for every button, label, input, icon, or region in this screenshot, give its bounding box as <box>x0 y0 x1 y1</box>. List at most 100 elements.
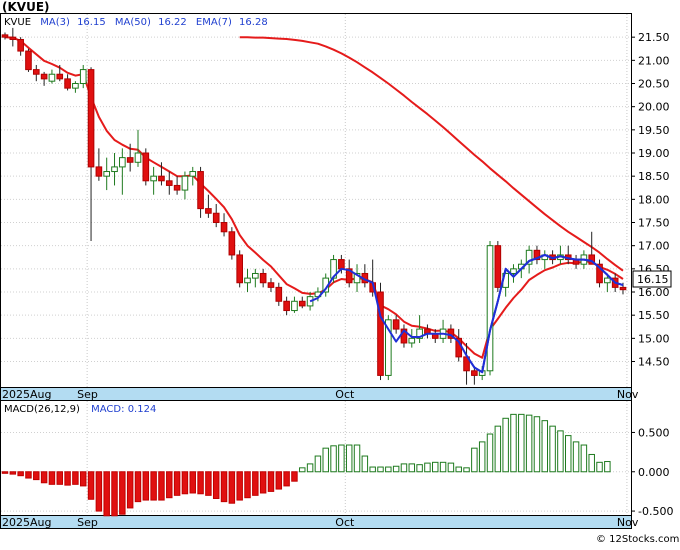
legend-ma50-value: 16.22 <box>158 17 187 28</box>
macd-bar-negative <box>1 471 9 474</box>
candle-down <box>9 36 17 40</box>
candle-down <box>236 254 243 284</box>
macd-bar-negative <box>228 471 236 504</box>
macd-bar-negative <box>189 471 196 494</box>
macd-bar-negative <box>119 471 126 515</box>
candle-down <box>259 272 267 284</box>
candle-down <box>32 69 40 75</box>
macd-bar-positive <box>502 417 509 473</box>
macd-bar-negative <box>33 471 40 481</box>
macd-y-label: 0.000 <box>638 466 670 479</box>
candle-down <box>298 300 306 307</box>
candle-up <box>408 337 416 344</box>
macd-bar-positive <box>588 453 595 473</box>
candle-down <box>165 180 173 186</box>
candle-up <box>291 300 298 312</box>
macd-bar-positive <box>471 447 478 473</box>
macd-bar-negative <box>267 471 275 492</box>
candle-up <box>189 171 197 177</box>
x-axis-label: Sep <box>77 388 98 401</box>
macd-bar-positive <box>541 420 549 473</box>
macd-bar-negative <box>95 471 103 512</box>
candle-up <box>150 175 157 182</box>
watermark: © 12Stocks.com <box>596 534 679 545</box>
candle-up <box>252 272 259 279</box>
price-y-label: 20.00 <box>638 101 670 114</box>
macd-bar-positive <box>510 413 517 473</box>
candle-up <box>48 73 56 82</box>
candle-down <box>40 73 48 80</box>
macd-bar-positive <box>486 433 494 473</box>
macd-bar-negative <box>72 471 79 485</box>
candle-up <box>244 277 251 284</box>
macd-bar-negative <box>291 471 298 482</box>
price-panel <box>0 13 632 388</box>
x-axis-label: Nov <box>617 516 639 529</box>
candle-down <box>338 259 345 270</box>
legend-ema7-value: 16.28 <box>239 17 268 28</box>
macd-bar-positive <box>345 444 353 473</box>
price-y-label: 14.50 <box>638 356 670 369</box>
price-y-label: 21.00 <box>638 54 670 67</box>
macd-bar-negative <box>9 471 17 475</box>
stock-chart: 21.50 21.00 20.50 20.00 19.50 19.00 18.50 18.00… <box>0 0 680 546</box>
macd-bar-positive <box>306 463 314 473</box>
macd-bar-positive <box>392 465 400 473</box>
candle-down <box>471 370 478 376</box>
candle-down <box>158 175 165 182</box>
macd-y-label: -0.500 <box>638 505 673 518</box>
candle-down <box>283 300 290 312</box>
candle-up <box>510 268 517 274</box>
macd-bar-negative <box>56 471 63 485</box>
price-y-label: 19.00 <box>638 147 670 160</box>
price-y-label: 20.50 <box>638 78 670 91</box>
price-y-label: 15.50 <box>638 309 670 322</box>
candle-up <box>103 171 111 177</box>
macd-bar-positive <box>494 425 502 473</box>
candle-down <box>17 38 24 52</box>
price-y-label: 16.00 <box>638 286 670 299</box>
macd-bar-negative <box>17 471 24 477</box>
macd-bar-negative <box>166 471 173 499</box>
macd-bar-negative <box>236 471 243 501</box>
macd-bar-negative <box>181 471 189 495</box>
candle-down <box>1 34 9 38</box>
macd-bar-positive <box>330 445 337 473</box>
candle-up <box>72 83 79 89</box>
macd-bar-positive <box>549 425 556 473</box>
candle-up <box>79 69 87 85</box>
macd-bar-positive <box>385 466 392 473</box>
legend-ma3-label: MA(3) <box>40 17 70 28</box>
price-y-label: 19.50 <box>638 124 670 137</box>
candle-up <box>119 157 126 168</box>
candle-down <box>205 208 212 214</box>
macd-bar-negative <box>40 471 48 484</box>
x-axis-label: 2025Aug <box>2 516 51 529</box>
macd-bar-negative <box>252 471 259 496</box>
macd-bar-positive <box>353 444 361 473</box>
candle-down <box>275 286 283 302</box>
macd-bar-positive <box>455 466 462 473</box>
candle-down <box>392 319 400 330</box>
macd-bar-negative <box>212 471 220 499</box>
macd-bar-negative <box>259 471 267 494</box>
candle-down <box>619 286 627 291</box>
chart-canvas: 21.50 21.00 20.50 20.00 19.50 19.00 18.50 18.00… <box>0 0 679 545</box>
macd-legend: MACD(26,12,9) MACD: 0.124 <box>4 404 156 415</box>
candle-up <box>486 245 494 372</box>
macd-bar-negative <box>197 471 204 495</box>
macd-y-label: 0.500 <box>638 426 670 439</box>
candle-up <box>111 166 118 173</box>
legend-ma3-value: 16.15 <box>77 17 106 28</box>
macd-bar-positive <box>408 463 416 473</box>
macd-bar-negative <box>64 471 71 486</box>
macd-bar-positive <box>400 463 408 473</box>
legend-macd-value: 0.124 <box>128 404 157 415</box>
macd-bar-positive <box>432 461 439 473</box>
macd-bar-positive <box>518 413 525 473</box>
candle-down <box>267 282 275 288</box>
macd-bar-positive <box>596 461 603 473</box>
macd-bar-positive <box>604 461 611 473</box>
x-axis-label: 2025Aug <box>2 388 51 401</box>
macd-bar-positive <box>447 462 455 473</box>
